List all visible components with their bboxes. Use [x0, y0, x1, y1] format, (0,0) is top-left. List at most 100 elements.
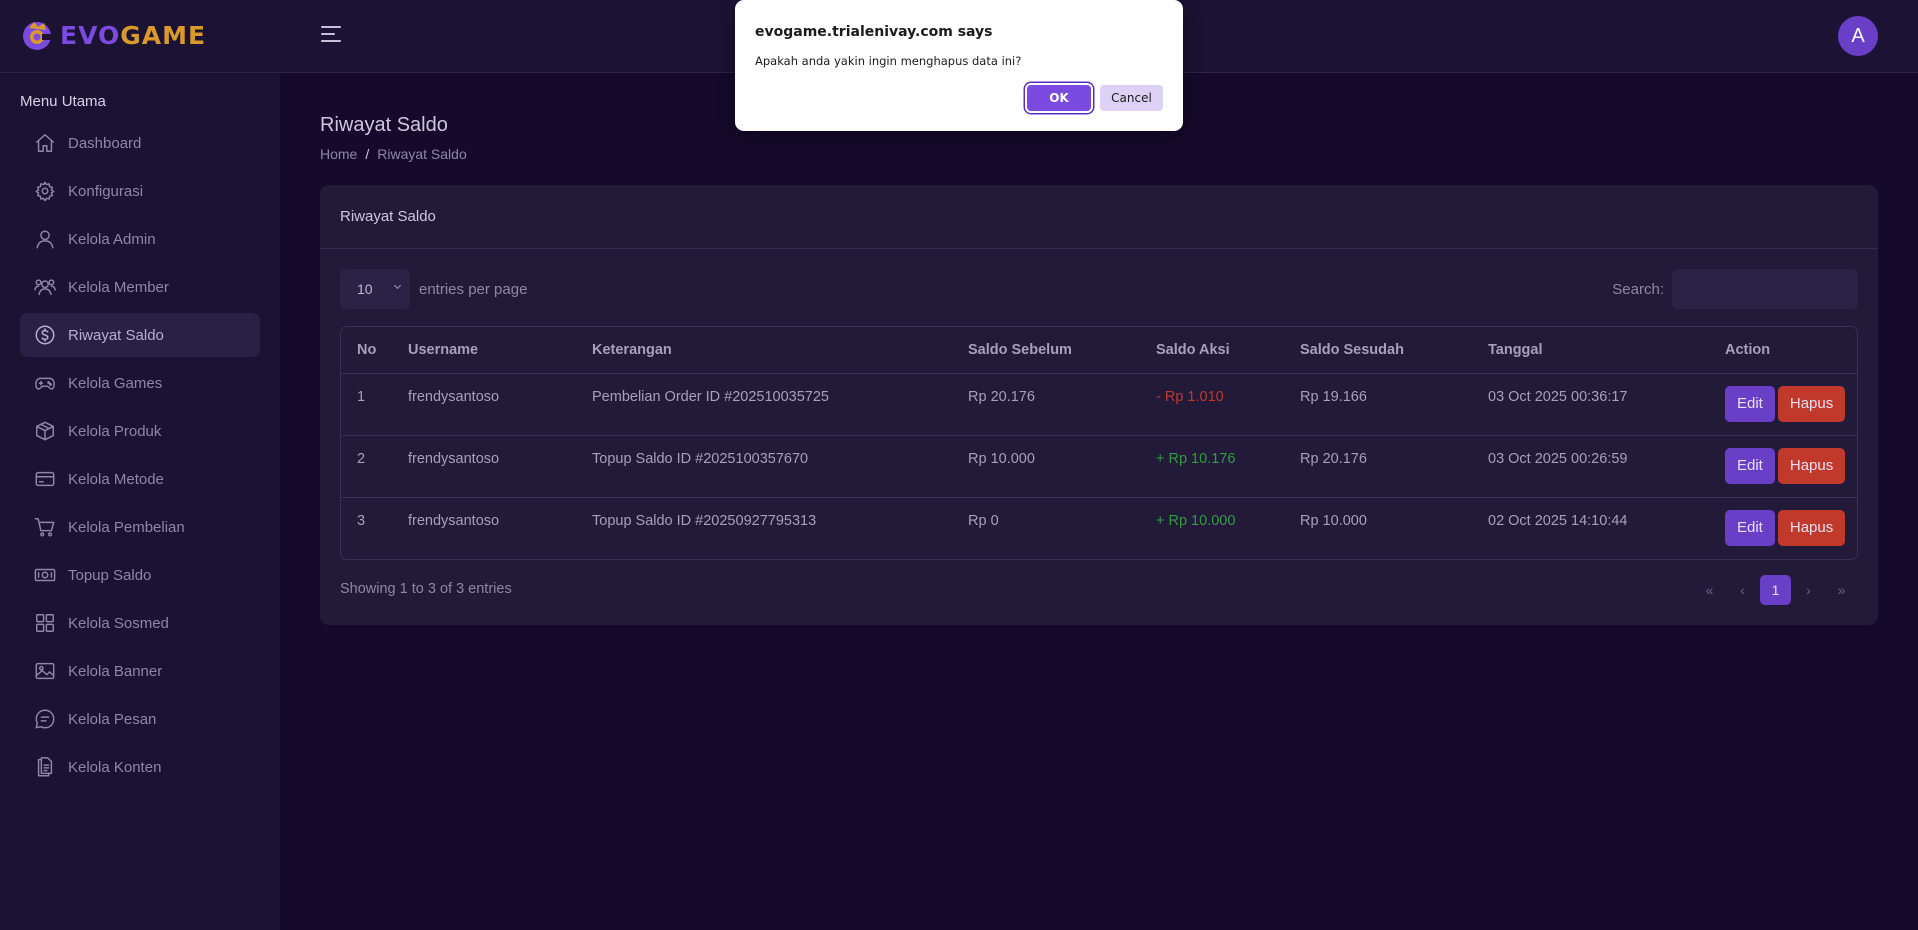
breadcrumb-current: Riwayat Saldo: [377, 146, 467, 162]
edit-button[interactable]: Edit: [1725, 385, 1775, 422]
money-icon: [34, 568, 56, 582]
cart-icon: [34, 518, 55, 537]
cell-action: Edit Hapus: [1709, 497, 1857, 559]
card-title: Riwayat Saldo: [320, 185, 1878, 249]
pagination-first[interactable]: «: [1693, 575, 1726, 605]
sidebar-item-kelola-sosmed[interactable]: Kelola Sosmed: [20, 601, 260, 645]
table-header-row: No Username Keterangan Saldo Sebelum Sal…: [341, 327, 1857, 374]
cell-saldo-sesudah: Rp 10.000: [1300, 512, 1367, 529]
table-controls: 10 entries per page Search:: [340, 269, 1858, 311]
sidebar-item-kelola-member[interactable]: Kelola Member: [20, 265, 260, 309]
column-header-saldo-sesudah[interactable]: Saldo Sesudah: [1284, 327, 1472, 374]
sidebar-item-kelola-games[interactable]: Kelola Games: [20, 361, 260, 405]
breadcrumb-separator: /: [365, 146, 370, 162]
dialog-title: evogame.trialenivay.com says: [755, 24, 993, 40]
cell-no: 2: [341, 435, 392, 498]
dialog-ok-button[interactable]: OK: [1027, 85, 1091, 111]
cell-tanggal: 03 Oct 2025 00:26:59: [1472, 435, 1709, 498]
dialog-message: Apakah anda yakin ingin menghapus data i…: [755, 54, 1022, 68]
gamepad-icon: [35, 377, 55, 390]
cell-keterangan: Topup Saldo ID #20250927795313: [592, 512, 817, 529]
delete-button[interactable]: Hapus: [1777, 385, 1846, 422]
saldo-table: No Username Keterangan Saldo Sebelum Sal…: [340, 326, 1858, 560]
sidebar-item-kelola-metode[interactable]: Kelola Metode: [20, 457, 260, 501]
cell-keterangan: Topup Saldo ID #2025100357670: [576, 435, 952, 498]
sidebar-item-kelola-pesan[interactable]: Kelola Pesan: [20, 697, 260, 741]
cell-tanggal: 03 Oct 2025 00:36:17: [1472, 373, 1709, 436]
cell-no: 3: [357, 512, 366, 529]
delete-button[interactable]: Hapus: [1777, 509, 1846, 546]
home-icon: [36, 134, 54, 152]
cell-tanggal: 02 Oct 2025 14:10:44: [1488, 512, 1628, 529]
document-icon: [37, 757, 53, 777]
search-input[interactable]: [1672, 269, 1858, 309]
cell-saldo-sebelum: Rp 10.000: [952, 435, 1140, 498]
sidebar-item-kelola-pembelian[interactable]: Kelola Pembelian: [20, 505, 260, 549]
pagination-page-1[interactable]: 1: [1760, 575, 1791, 605]
sidebar-item-konfigurasi[interactable]: Konfigurasi: [20, 169, 260, 213]
pagination-last[interactable]: »: [1825, 575, 1858, 605]
sidebar-item-kelola-konten[interactable]: Kelola Konten: [20, 745, 260, 789]
edit-button[interactable]: Edit: [1725, 447, 1775, 484]
edit-button[interactable]: Edit: [1725, 509, 1775, 546]
image-icon: [35, 662, 55, 680]
cell-username: frendysantoso: [408, 512, 500, 529]
sidebar: Menu Utama Dashboard Konfigurasi Kelola …: [0, 73, 280, 930]
brand-name: EVOGAME: [60, 20, 207, 50]
column-header-no[interactable]: No: [341, 327, 392, 374]
box-icon: [36, 421, 54, 441]
column-header-username[interactable]: Username: [392, 327, 576, 374]
sidebar-item-kelola-banner[interactable]: Kelola Banner: [20, 649, 260, 693]
pagination-prev[interactable]: ‹: [1726, 575, 1759, 605]
user-icon: [36, 230, 54, 249]
gear-icon: [35, 181, 55, 202]
table-row: 1 frendysantoso Pembelian Order ID #2025…: [341, 373, 1857, 436]
delete-button[interactable]: Hapus: [1777, 447, 1846, 484]
cell-saldo-sesudah: Rp 20.176: [1284, 435, 1472, 498]
logo-icon: [23, 22, 52, 50]
table-row: 3 frendysantoso Topup Saldo ID #20250927…: [341, 497, 1857, 559]
entries-per-page-label: entries per page: [419, 281, 528, 298]
table-info: Showing 1 to 3 of 3 entries: [340, 581, 512, 597]
cell-saldo-aksi: + Rp 10.000: [1156, 512, 1236, 529]
cell-saldo-aksi: + Rp 10.176: [1140, 435, 1284, 498]
menu-toggle-icon[interactable]: [321, 26, 341, 46]
brand-logo[interactable]: EVOGAME: [20, 18, 206, 52]
sidebar-item-kelola-admin[interactable]: Kelola Admin: [20, 217, 260, 261]
cell-saldo-sebelum: Rp 20.176: [952, 373, 1140, 436]
grid-icon: [36, 614, 54, 632]
column-header-keterangan[interactable]: Keterangan: [576, 327, 952, 374]
cell-saldo-sesudah: Rp 19.166: [1284, 373, 1472, 436]
users-icon: [34, 279, 56, 296]
dollar-circle-icon: [35, 325, 55, 345]
cell-username: frendysantoso: [392, 373, 576, 436]
page-title: Riwayat Saldo: [320, 114, 448, 136]
dialog-cancel-button[interactable]: Cancel: [1100, 85, 1163, 111]
search-label: Search:: [1612, 281, 1664, 298]
sidebar-item-topup-saldo[interactable]: Topup Saldo: [20, 553, 260, 597]
column-header-action: Action: [1709, 327, 1857, 374]
column-header-tanggal[interactable]: Tanggal: [1472, 327, 1709, 374]
table-row: 2 frendysantoso Topup Saldo ID #20251003…: [341, 435, 1857, 498]
cell-username: frendysantoso: [392, 435, 576, 498]
entries-per-page-value: 10: [357, 281, 373, 297]
chat-icon: [35, 709, 55, 729]
sidebar-menu: Dashboard Konfigurasi Kelola Admin Kelol…: [20, 121, 260, 793]
column-header-saldo-sebelum[interactable]: Saldo Sebelum: [952, 327, 1140, 374]
confirm-dialog: evogame.trialenivay.com says Apakah anda…: [735, 0, 1183, 131]
breadcrumb: Home / Riwayat Saldo: [320, 146, 467, 162]
sidebar-item-kelola-produk[interactable]: Kelola Produk: [20, 409, 260, 453]
breadcrumb-home-link[interactable]: Home: [320, 146, 357, 162]
sidebar-item-riwayat-saldo[interactable]: Riwayat Saldo: [20, 313, 260, 357]
sidebar-item-dashboard[interactable]: Dashboard: [20, 121, 260, 165]
column-header-saldo-aksi[interactable]: Saldo Aksi: [1140, 327, 1284, 374]
cell-action: Edit Hapus: [1709, 435, 1857, 498]
cell-keterangan: Pembelian Order ID #202510035725: [576, 373, 952, 436]
pagination: « ‹ 1 › »: [1693, 575, 1858, 605]
cell-no: 1: [341, 373, 392, 436]
cell-action: Edit Hapus: [1709, 373, 1857, 436]
entries-per-page-select[interactable]: 10: [340, 269, 410, 309]
cell-saldo-aksi: - Rp 1.010: [1140, 373, 1284, 436]
avatar[interactable]: A: [1838, 16, 1878, 56]
pagination-next[interactable]: ›: [1792, 575, 1825, 605]
